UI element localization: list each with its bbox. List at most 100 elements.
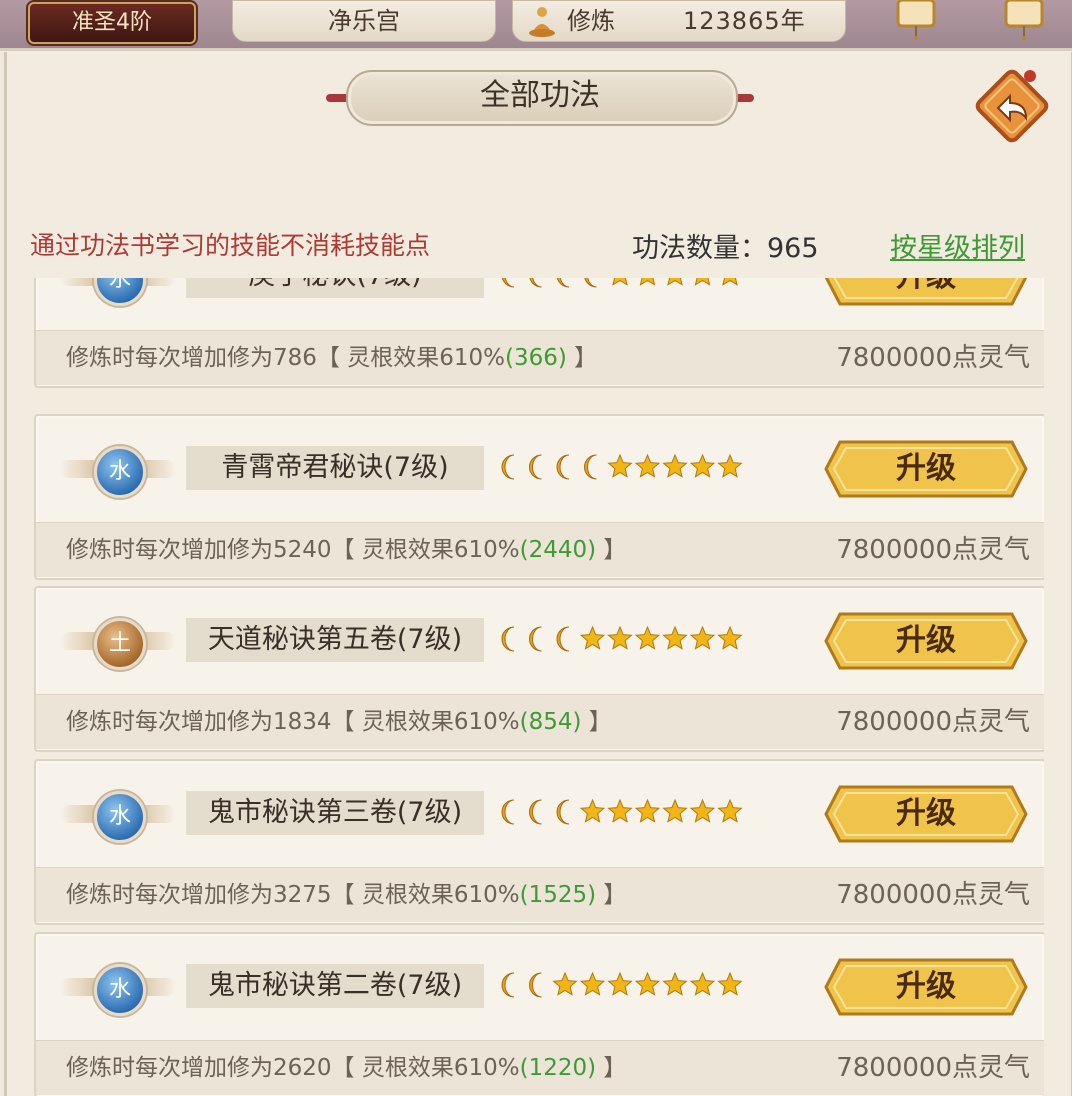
star-rating: [501, 453, 743, 480]
star-icon: [634, 453, 661, 478]
skill-name: 鬼市秘诀第三卷(7级): [186, 791, 484, 835]
moon-icon: [584, 454, 597, 480]
skill-description: 修炼时每次增加修为5240【 灵根效果610%(2440) 】: [66, 537, 627, 563]
star-icon: [717, 798, 743, 823]
moon-icon: [501, 972, 515, 998]
skill-name: 天道秘诀第五卷(7级): [186, 618, 484, 662]
water-element-icon: 水: [94, 278, 146, 306]
star-icon: [717, 971, 743, 996]
panel-title-plaque: 全部功法: [326, 66, 754, 126]
upgrade-button[interactable]: 升级: [824, 278, 1028, 306]
skill-card: 水 鬼市秘诀第二卷(7级) 升级 修炼时每次增加修为2620【 灵根效果610%…: [34, 932, 1044, 1096]
star-icon: [579, 971, 606, 996]
meditate-icon: [529, 7, 555, 37]
star-icon: [662, 798, 688, 823]
upgrade-cost: 7800000点灵气: [836, 535, 1030, 565]
lantern-icon[interactable]: [892, 0, 940, 40]
star-icon: [612, 278, 628, 286]
cultivation-panel[interactable]: 修炼 123865年: [512, 0, 846, 42]
moon-icon: [556, 799, 570, 825]
cultivation-years: 123865年: [683, 7, 806, 35]
skill-description: 修炼时每次增加修为3275【 灵根效果610%(1525) 】: [66, 882, 627, 908]
water-element-icon: 水: [94, 791, 146, 843]
star-icon: [634, 798, 661, 823]
top-status-bar: 准圣4阶 净乐宫 修炼 123865年: [0, 0, 1072, 51]
back-arrow-icon: [975, 69, 1049, 143]
back-button[interactable]: [968, 62, 1056, 150]
star-icon: [689, 625, 716, 650]
cultivation-label: 修炼: [567, 7, 615, 35]
upgrade-button[interactable]: 升级: [824, 785, 1028, 843]
star-icon: [634, 971, 661, 996]
star-icon: [689, 453, 716, 478]
palace-name[interactable]: 净乐宫: [232, 0, 496, 42]
star-icon: [607, 798, 633, 823]
learning-notice: 通过功法书学习的技能不消耗技能点: [30, 231, 431, 260]
star-rating: [501, 971, 743, 998]
moon-icon: [556, 454, 570, 480]
rank-badge[interactable]: 准圣4阶: [28, 2, 196, 44]
star-icon: [607, 971, 633, 996]
star-icon: [634, 625, 661, 650]
star-icon: [722, 278, 738, 286]
star-icon: [662, 453, 688, 478]
sort-by-star-link[interactable]: 按星级排列: [890, 226, 1025, 265]
skill-description: 修炼时每次增加修为1834【 灵根效果610%(854) 】: [66, 709, 612, 735]
star-icon: [552, 971, 578, 996]
star-icon: [579, 798, 606, 823]
skill-description: 修炼时每次增加修为2620【 灵根效果610%(1220) 】: [66, 1055, 627, 1081]
skill-name: 庚子秘诀(7级): [186, 278, 484, 298]
lantern-icon[interactable]: [1000, 0, 1048, 40]
star-icon: [662, 971, 688, 996]
moon-icon: [529, 799, 542, 825]
water-element-icon: 水: [94, 446, 146, 498]
skill-card: 土 天道秘诀第五卷(7级) 升级 修炼时每次增加修为1834【 灵根效果610%…: [34, 586, 1044, 752]
moon-icon: [529, 626, 542, 652]
bonus-value: (1220): [519, 1055, 597, 1081]
moon-icon: [501, 626, 515, 652]
upgrade-button[interactable]: 升级: [824, 958, 1028, 1016]
star-icon: [689, 971, 716, 996]
upgrade-cost: 7800000点灵气: [836, 707, 1030, 737]
star-icon: [579, 625, 606, 650]
moon-icon: [584, 278, 597, 288]
star-icon: [639, 278, 656, 286]
upgrade-button[interactable]: 升级: [824, 612, 1028, 670]
earth-element-icon: 土: [94, 618, 146, 670]
moon-icon: [501, 799, 515, 825]
star-icon: [607, 625, 633, 650]
star-rating: [501, 278, 738, 288]
skill-name: 鬼市秘诀第二卷(7级): [186, 964, 484, 1008]
moon-icon: [501, 278, 515, 288]
skill-list[interactable]: 水 庚子秘诀(7级) 升级 修炼时每次增加修为786【 灵根效果610%(366…: [34, 278, 1044, 1096]
element-emblem: 水: [58, 954, 178, 1020]
star-icon: [717, 453, 743, 478]
upgrade-button[interactable]: 升级: [824, 440, 1028, 498]
element-emblem: 水: [58, 781, 178, 847]
moon-icon: [501, 454, 515, 480]
bonus-value: (366): [504, 345, 567, 371]
upgrade-cost: 7800000点灵气: [836, 343, 1030, 373]
star-icon: [717, 625, 743, 650]
star-icon: [662, 625, 688, 650]
skill-name: 青霄帝君秘诀(7级): [186, 446, 484, 490]
element-emblem: 土: [58, 608, 178, 674]
water-element-icon: 水: [94, 964, 146, 1016]
upgrade-cost: 7800000点灵气: [836, 880, 1030, 910]
skill-card: 水 鬼市秘诀第三卷(7级) 升级 修炼时每次增加修为3275【 灵根效果610%…: [34, 759, 1044, 925]
element-emblem: 水: [58, 278, 178, 310]
skill-card: 水 青霄帝君秘诀(7级) 升级 修炼时每次增加修为5240【 灵根效果610%(…: [34, 414, 1044, 580]
skill-count: 功法数量：965: [632, 233, 819, 264]
bonus-value: (1525): [519, 882, 597, 908]
bonus-value: (854): [519, 709, 582, 735]
star-icon: [689, 798, 716, 823]
moon-icon: [556, 626, 570, 652]
star-icon: [607, 453, 633, 478]
skill-description: 修炼时每次增加修为786【 灵根效果610%(366) 】: [66, 345, 598, 371]
upgrade-cost: 7800000点灵气: [836, 1053, 1030, 1083]
skill-card: 水 庚子秘诀(7级) 升级 修炼时每次增加修为786【 灵根效果610%(366…: [34, 278, 1044, 388]
star-icon: [694, 278, 711, 286]
star-rating: [501, 625, 743, 652]
moon-icon: [556, 278, 570, 288]
moon-icon: [529, 454, 542, 480]
